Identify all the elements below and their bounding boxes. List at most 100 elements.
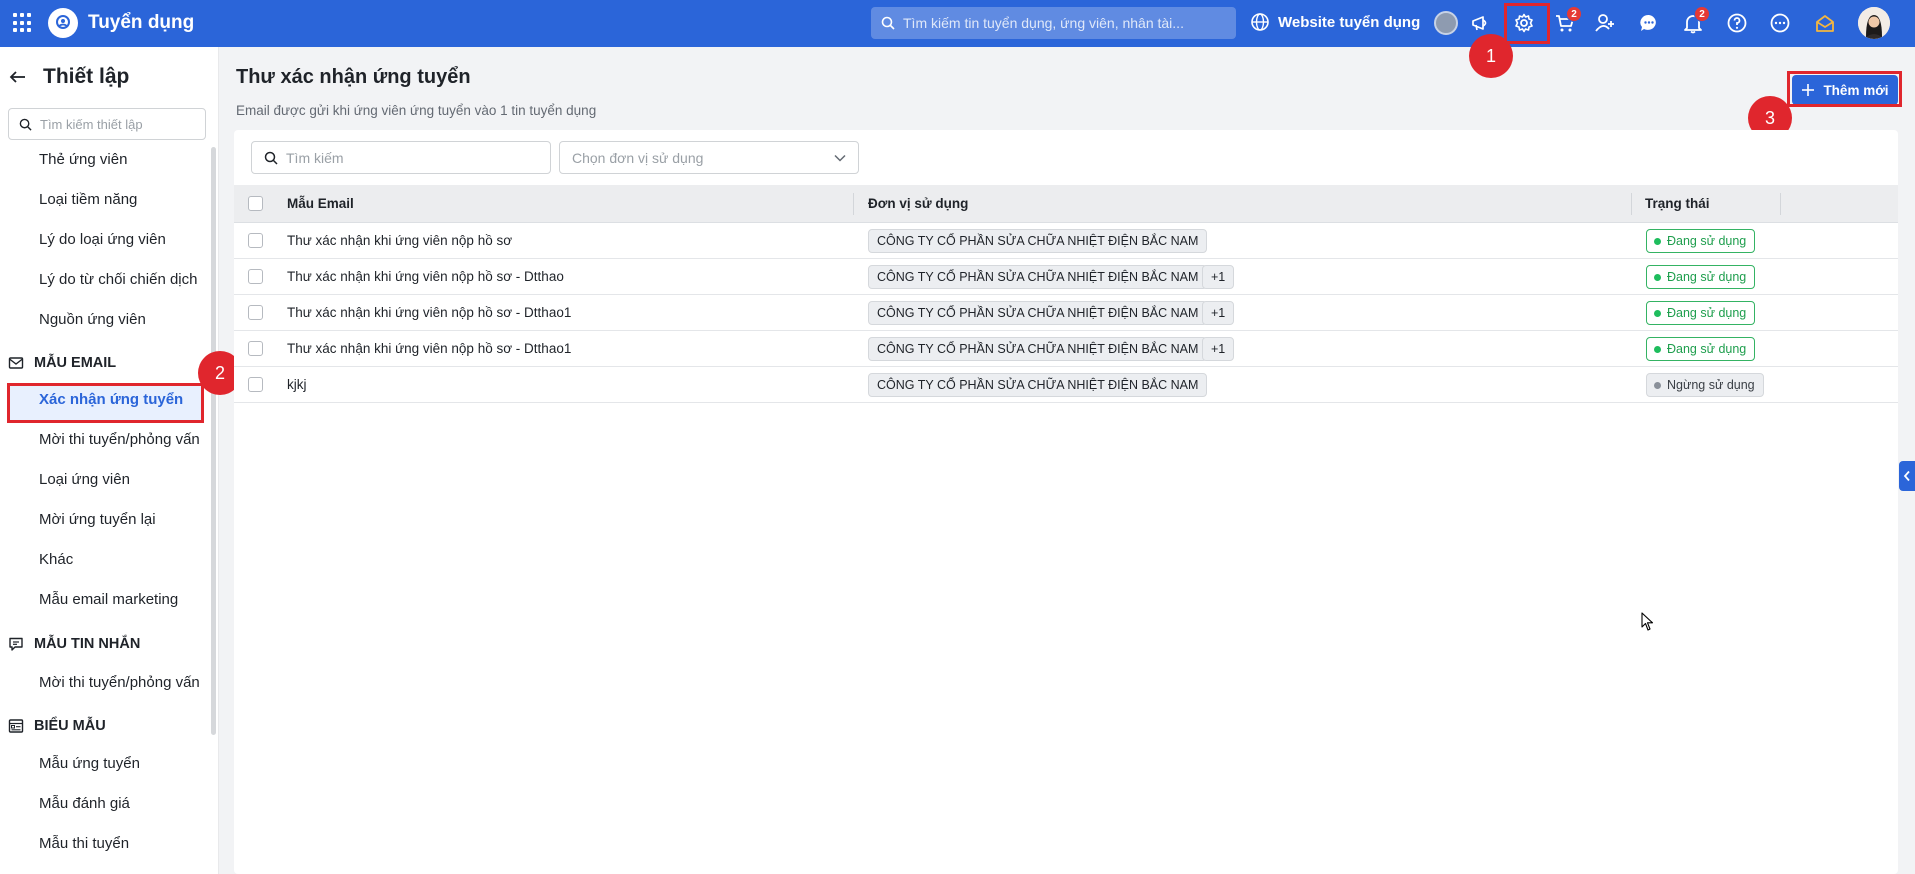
user-avatar[interactable] bbox=[1858, 7, 1890, 39]
notification-badge: 2 bbox=[1694, 6, 1710, 22]
section-label: MẪU EMAIL bbox=[34, 355, 117, 371]
row-checkbox[interactable] bbox=[248, 341, 263, 356]
page-subtitle: Email được gửi khi ứng viên ứng tuyển và… bbox=[236, 103, 597, 118]
table-search-box[interactable] bbox=[251, 141, 551, 174]
column-divider[interactable] bbox=[1780, 193, 1781, 215]
column-header-unit[interactable]: Đơn vị sử dụng bbox=[868, 196, 968, 211]
template-name[interactable]: Thư xác nhận khi ứng viên nộp hồ sơ bbox=[287, 233, 512, 248]
sidebar-item-other[interactable]: Khác bbox=[39, 551, 73, 568]
status-badge: Đang sử dụng bbox=[1646, 265, 1756, 289]
unit-filter-select[interactable]: Chọn đơn vị sử dụng bbox=[559, 141, 859, 174]
unit-filter-placeholder: Chọn đơn vị sử dụng bbox=[572, 149, 704, 166]
sidebar-item-candidate-sources[interactable]: Nguồn ứng viên bbox=[39, 311, 146, 328]
step-1-marker: 1 bbox=[1469, 34, 1513, 78]
sidebar-item-candidate-rejection[interactable]: Loại ứng viên bbox=[39, 471, 130, 488]
row-checkbox[interactable] bbox=[248, 269, 263, 284]
sidebar-section-email-templates: MẪU EMAIL bbox=[8, 355, 116, 371]
app-name: Tuyển dụng bbox=[88, 12, 195, 33]
table-row[interactable]: Thư xác nhận khi ứng viên nộp hồ sơ - Dt… bbox=[234, 259, 1898, 295]
search-icon bbox=[19, 118, 32, 131]
sidebar-item-candidate-tags[interactable]: Thẻ ứng viên bbox=[39, 151, 127, 168]
column-header-template[interactable]: Mẫu Email bbox=[287, 196, 354, 211]
more-options-icon[interactable] bbox=[1765, 8, 1795, 38]
status-label: Ngừng sử dụng bbox=[1667, 378, 1755, 392]
sidebar-search-box[interactable] bbox=[8, 108, 206, 140]
sidebar-item-application-form[interactable]: Mẫu ứng tuyển bbox=[39, 755, 140, 772]
unit-tag: CÔNG TY CỔ PHẦN SỬA CHỮA NHIỆT ĐIỆN BẮC … bbox=[868, 301, 1208, 325]
brand-logo-icon bbox=[48, 8, 78, 38]
page-title: Thư xác nhận ứng tuyển bbox=[236, 66, 471, 88]
unit-tag: CÔNG TY CỔ PHẦN SỬA CHỮA NHIỆT ĐIỆN BẮC … bbox=[868, 229, 1208, 253]
column-divider[interactable] bbox=[1631, 193, 1632, 215]
add-button-highlight-box bbox=[1787, 71, 1902, 107]
table-search-input[interactable] bbox=[286, 149, 536, 166]
sidebar-item-rejection-reasons[interactable]: Lý do loại ứng viên bbox=[39, 231, 166, 248]
chevron-left-icon bbox=[1903, 470, 1910, 482]
select-all-checkbox[interactable] bbox=[248, 196, 263, 211]
template-name[interactable]: Thư xác nhận khi ứng viên nộp hồ sơ - Dt… bbox=[287, 341, 571, 356]
more-units-tag[interactable]: +1 bbox=[1202, 337, 1235, 361]
row-checkbox[interactable] bbox=[248, 233, 263, 248]
bell-icon[interactable]: 2 bbox=[1678, 6, 1710, 38]
sidebar-item-campaign-decline-reasons[interactable]: Lý do từ chối chiến dịch bbox=[39, 271, 197, 288]
table-header: Mẫu Email Đơn vị sử dụng Trạng thái bbox=[234, 185, 1898, 223]
settings-highlight-box bbox=[1504, 3, 1550, 44]
search-icon bbox=[881, 16, 895, 30]
unit-tag: CÔNG TY CỔ PHẦN SỬA CHỮA NHIỆT ĐIỆN BẮC … bbox=[868, 265, 1208, 289]
chevron-down-icon bbox=[834, 154, 846, 162]
template-name[interactable]: kjkj bbox=[287, 377, 307, 392]
collapse-panel-button[interactable] bbox=[1899, 461, 1915, 491]
sidebar-title: Thiết lập bbox=[43, 65, 130, 88]
sidebar-item-interview-invitation[interactable]: Mời thi tuyển/phỏng vấn bbox=[39, 431, 200, 448]
back-arrow-icon[interactable] bbox=[8, 67, 28, 87]
chat-icon[interactable] bbox=[1634, 8, 1664, 38]
settings-sidebar: Thiết lập Thẻ ứng viên Loại tiềm năng Lý… bbox=[0, 47, 219, 874]
template-name[interactable]: Thư xác nhận khi ứng viên nộp hồ sơ - Dt… bbox=[287, 305, 571, 320]
row-checkbox[interactable] bbox=[248, 305, 263, 320]
sidebar-scrollbar[interactable] bbox=[211, 147, 216, 735]
row-checkbox[interactable] bbox=[248, 377, 263, 392]
unit-tag: CÔNG TY CỔ PHẦN SỬA CHỮA NHIỆT ĐIỆN BẮC … bbox=[868, 337, 1208, 361]
message-icon bbox=[9, 637, 23, 651]
sidebar-item-potential-types[interactable]: Loại tiềm năng bbox=[39, 191, 137, 208]
column-header-status[interactable]: Trạng thái bbox=[1645, 196, 1710, 211]
add-user-icon[interactable] bbox=[1590, 8, 1620, 38]
sidebar-search-input[interactable] bbox=[40, 116, 190, 132]
status-badge: Đang sử dụng bbox=[1646, 229, 1756, 253]
cart-badge: 2 bbox=[1566, 6, 1582, 22]
status-badge: Ngừng sử dụng bbox=[1646, 373, 1764, 397]
table-row[interactable]: Thư xác nhận khi ứng viên nộp hồ sơ - Dt… bbox=[234, 331, 1898, 367]
mail-icon bbox=[8, 357, 24, 369]
top-navigation-bar: Tuyển dụng Website tuyển dụng 2 2 bbox=[0, 0, 1915, 47]
more-units-tag[interactable]: +1 bbox=[1202, 301, 1235, 325]
sidebar-item-evaluation-form[interactable]: Mẫu đánh giá bbox=[39, 795, 130, 812]
more-units-tag[interactable]: +1 bbox=[1202, 265, 1235, 289]
form-icon bbox=[8, 719, 24, 733]
sidebar-item-exam-form[interactable]: Mẫu thi tuyển bbox=[39, 835, 129, 852]
cart-icon[interactable]: 2 bbox=[1550, 6, 1582, 38]
sidebar-item-reapply-invitation[interactable]: Mời ứng tuyển lại bbox=[39, 511, 156, 528]
template-name[interactable]: Thư xác nhận khi ứng viên nộp hồ sơ - Dt… bbox=[287, 269, 564, 284]
mail-open-icon[interactable] bbox=[1810, 8, 1840, 38]
unit-tag: CÔNG TY CỔ PHẦN SỬA CHỮA NHIỆT ĐIỆN BẮC … bbox=[868, 373, 1208, 397]
global-search-box[interactable] bbox=[871, 7, 1236, 39]
globe-icon bbox=[1251, 13, 1269, 31]
user-profile-icon[interactable] bbox=[1431, 8, 1461, 38]
status-label: Đang sử dụng bbox=[1667, 234, 1747, 248]
sidebar-item-marketing-email[interactable]: Mẫu email marketing bbox=[39, 591, 178, 608]
sidebar-item-highlight-box bbox=[7, 383, 204, 423]
app-grid-icon[interactable] bbox=[13, 13, 33, 33]
search-icon bbox=[264, 151, 278, 165]
table-row[interactable]: kjkj CÔNG TY CỔ PHẦN SỬA CHỮA NHIỆT ĐIỆN… bbox=[234, 367, 1898, 403]
section-label: MẪU TIN NHẮN bbox=[34, 636, 141, 652]
global-search-input[interactable] bbox=[903, 15, 1223, 31]
sidebar-item-sms-interview-invitation[interactable]: Mời thi tuyển/phỏng vấn bbox=[39, 674, 200, 691]
website-link[interactable]: Website tuyển dụng bbox=[1250, 12, 1420, 32]
table-row[interactable]: Thư xác nhận khi ứng viên nộp hồ sơ CÔNG… bbox=[234, 223, 1898, 259]
help-icon[interactable] bbox=[1722, 8, 1752, 38]
sidebar-section-message-templates: MẪU TIN NHẮN bbox=[8, 636, 140, 652]
column-divider[interactable] bbox=[853, 193, 854, 215]
table-row[interactable]: Thư xác nhận khi ứng viên nộp hồ sơ - Dt… bbox=[234, 295, 1898, 331]
templates-panel: Chọn đơn vị sử dụng Mẫu Email Đơn vị sử … bbox=[234, 130, 1898, 874]
status-label: Đang sử dụng bbox=[1667, 306, 1747, 320]
